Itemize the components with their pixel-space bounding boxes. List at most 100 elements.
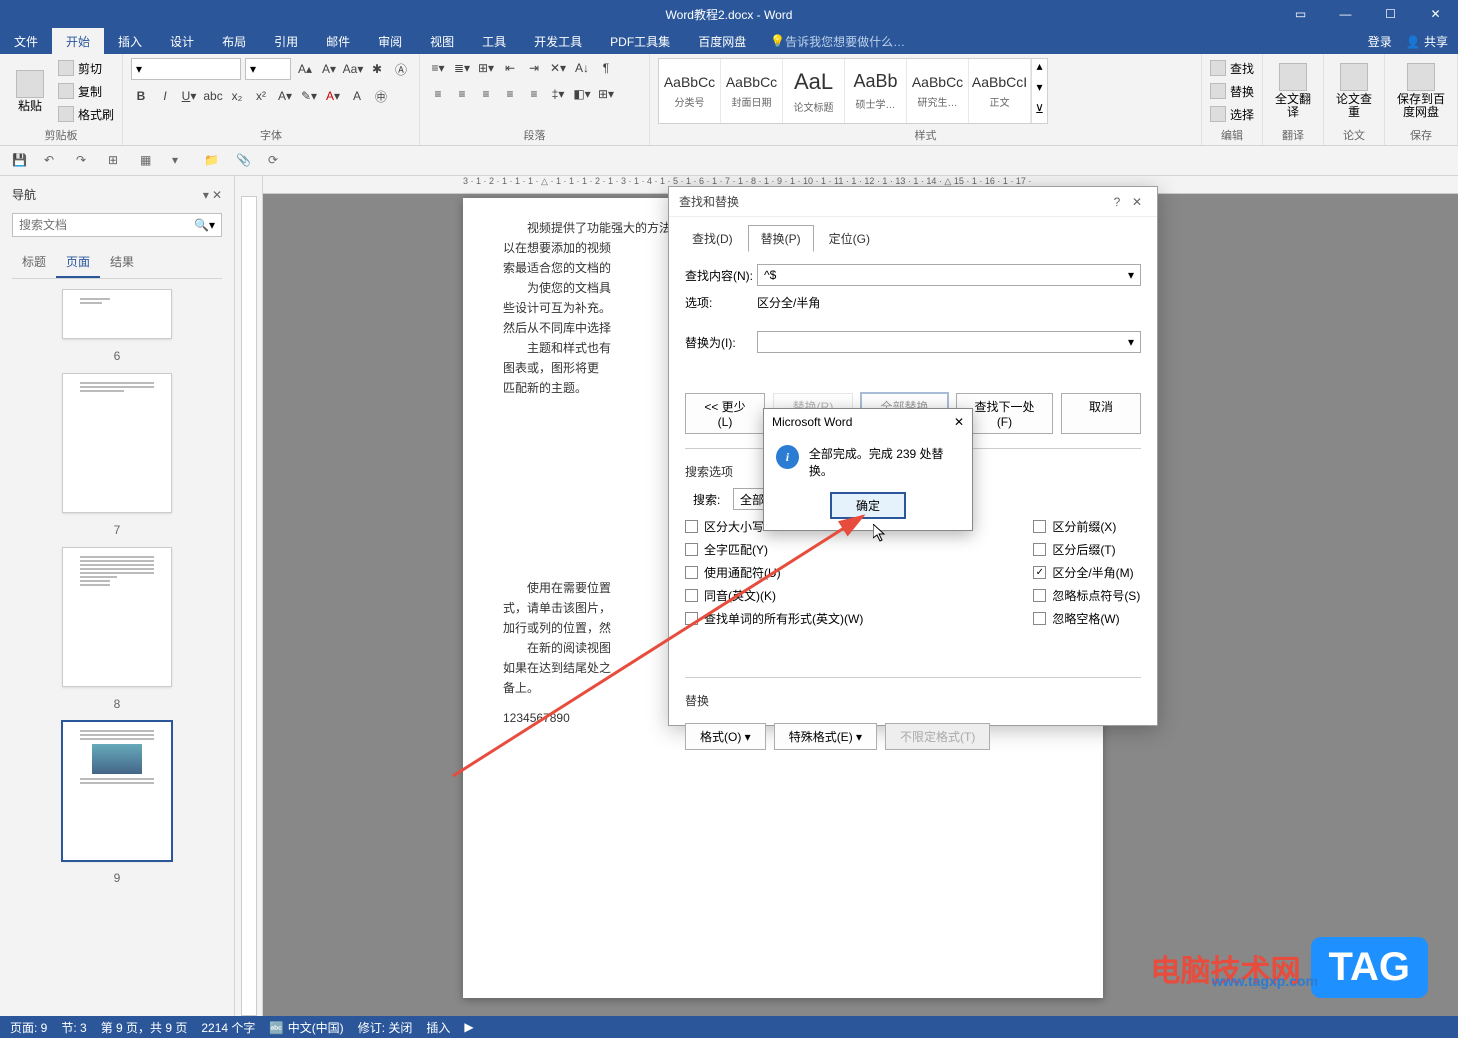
dialog-help-icon[interactable]: ? bbox=[1107, 195, 1127, 209]
style-item-3[interactable]: AaBb硕士学… bbox=[845, 59, 907, 123]
tab-view[interactable]: 视图 bbox=[416, 28, 468, 54]
chevron-down-icon[interactable]: ▾ bbox=[1128, 268, 1134, 282]
chk-word-forms[interactable]: 查找单词的所有形式(英文)(W) bbox=[685, 610, 863, 627]
chk-fullhalf[interactable]: ✓区分全/半角(M) bbox=[1033, 564, 1140, 581]
shrink-font-icon[interactable]: A▾ bbox=[319, 59, 339, 79]
thumb-9[interactable] bbox=[62, 721, 172, 861]
char-border-icon[interactable]: Ⓐ bbox=[391, 59, 411, 79]
nav-search-input[interactable] bbox=[19, 218, 194, 232]
nav-close-icon[interactable]: ✕ bbox=[212, 188, 222, 202]
msgbox-close-icon[interactable]: ✕ bbox=[954, 415, 964, 429]
find-button[interactable]: 查找 bbox=[1210, 58, 1254, 78]
underline-icon[interactable]: U▾ bbox=[179, 86, 199, 106]
dtab-replace[interactable]: 替换(P) bbox=[748, 225, 814, 252]
special-button[interactable]: 特殊格式(E) ▾ bbox=[774, 723, 877, 750]
chk-whole-word[interactable]: 全字匹配(Y) bbox=[685, 541, 863, 558]
dtab-goto[interactable]: 定位(G) bbox=[816, 225, 883, 252]
save-baidu-button[interactable]: 保存到百度网盘 bbox=[1393, 58, 1449, 124]
subscript-icon[interactable]: x₂ bbox=[227, 86, 247, 106]
tab-insert[interactable]: 插入 bbox=[104, 28, 156, 54]
tab-tools[interactable]: 工具 bbox=[468, 28, 520, 54]
status-insert[interactable]: 插入 bbox=[426, 1019, 450, 1036]
align-right-icon[interactable]: ≡ bbox=[476, 84, 496, 104]
style-item-0[interactable]: AaBbCc分类号 bbox=[659, 59, 721, 123]
font-size-select[interactable]: ▾ bbox=[245, 58, 291, 80]
share-button[interactable]: 👤 共享 bbox=[1406, 33, 1448, 50]
tab-pdf[interactable]: PDF工具集 bbox=[596, 28, 684, 54]
tab-developer[interactable]: 开发工具 bbox=[520, 28, 596, 54]
login-button[interactable]: 登录 bbox=[1368, 33, 1392, 50]
style-item-4[interactable]: AaBbCc研究生… bbox=[907, 59, 969, 123]
show-marks-icon[interactable]: ¶ bbox=[596, 58, 616, 78]
grow-font-icon[interactable]: A▴ bbox=[295, 59, 315, 79]
tab-review[interactable]: 审阅 bbox=[364, 28, 416, 54]
highlight-icon[interactable]: ✎▾ bbox=[299, 86, 319, 106]
tab-file[interactable]: 文件 bbox=[0, 28, 52, 54]
search-icon[interactable]: 🔍▾ bbox=[194, 218, 215, 232]
change-case-icon[interactable]: Aa▾ bbox=[343, 59, 363, 79]
minimize-icon[interactable]: ― bbox=[1323, 0, 1368, 28]
align-left-icon[interactable]: ≡ bbox=[428, 84, 448, 104]
status-page[interactable]: 页面: 9 bbox=[10, 1019, 47, 1036]
ok-button[interactable]: 确定 bbox=[831, 493, 905, 518]
tell-me[interactable]: 💡 告诉我您想要做什么… bbox=[770, 28, 905, 54]
find-input[interactable]: ^$▾ bbox=[757, 264, 1141, 286]
italic-icon[interactable]: I bbox=[155, 86, 175, 106]
multilevel-icon[interactable]: ⊞▾ bbox=[476, 58, 496, 78]
dtab-find[interactable]: 查找(D) bbox=[679, 225, 746, 252]
font-color-icon[interactable]: A▾ bbox=[323, 86, 343, 106]
qat-save-icon[interactable]: 💾 bbox=[12, 153, 28, 169]
style-item-5[interactable]: AaBbCcI正文 bbox=[969, 59, 1031, 123]
align-center-icon[interactable]: ≡ bbox=[452, 84, 472, 104]
style-item-2[interactable]: AaL论文标题 bbox=[783, 59, 845, 123]
tab-baidu[interactable]: 百度网盘 bbox=[684, 28, 760, 54]
enclose-icon[interactable]: ㊥ bbox=[371, 86, 391, 106]
less-button[interactable]: << 更少(L) bbox=[685, 393, 765, 434]
tab-home[interactable]: 开始 bbox=[52, 28, 104, 54]
chk-prefix[interactable]: 区分前缀(X) bbox=[1033, 518, 1140, 535]
maximize-icon[interactable]: ☐ bbox=[1368, 0, 1413, 28]
nav-tab-results[interactable]: 结果 bbox=[100, 247, 144, 278]
qat-folder-icon[interactable]: 📁 bbox=[204, 153, 220, 169]
thumb-8[interactable] bbox=[62, 547, 172, 687]
bold-icon[interactable]: B bbox=[131, 86, 151, 106]
thumb-7[interactable] bbox=[62, 373, 172, 513]
increase-indent-icon[interactable]: ⇥ bbox=[524, 58, 544, 78]
select-button[interactable]: 选择 bbox=[1210, 104, 1254, 124]
tab-layout[interactable]: 布局 bbox=[208, 28, 260, 54]
dialog-close-icon[interactable]: ✕ bbox=[1127, 195, 1147, 209]
thumb-6[interactable] bbox=[62, 289, 172, 339]
status-track[interactable]: 修订: 关闭 bbox=[358, 1019, 413, 1036]
qat-sync-icon[interactable]: ⟳ bbox=[268, 153, 284, 169]
font-family-select[interactable]: ▾ bbox=[131, 58, 241, 80]
qat-undo-icon[interactable]: ↶ bbox=[44, 153, 60, 169]
qat-redo-icon[interactable]: ↷ bbox=[76, 153, 92, 169]
decrease-indent-icon[interactable]: ⇤ bbox=[500, 58, 520, 78]
format-painter-button[interactable]: 格式刷 bbox=[58, 104, 114, 124]
nav-dropdown-icon[interactable]: ▾ bbox=[203, 188, 209, 202]
tab-references[interactable]: 引用 bbox=[260, 28, 312, 54]
qat-table-icon[interactable]: ⊞ bbox=[108, 153, 124, 169]
chevron-down-icon[interactable]: ▾ bbox=[1128, 335, 1134, 349]
styles-scroll[interactable]: ▴▾⊻ bbox=[1031, 59, 1047, 123]
shading-icon[interactable]: ◧▾ bbox=[572, 84, 592, 104]
nav-search[interactable]: 🔍▾ bbox=[12, 213, 222, 237]
qat-down-icon[interactable]: ▾ bbox=[172, 153, 188, 169]
superscript-icon[interactable]: x² bbox=[251, 86, 271, 106]
status-lang[interactable]: 🔤 中文(中国) bbox=[269, 1019, 343, 1036]
paste-button[interactable]: 粘贴 bbox=[8, 58, 52, 124]
text-effects-icon[interactable]: A▾ bbox=[275, 86, 295, 106]
chk-suffix[interactable]: 区分后缀(T) bbox=[1033, 541, 1140, 558]
close-icon[interactable]: ✕ bbox=[1413, 0, 1458, 28]
ribbon-options-icon[interactable]: ▭ bbox=[1278, 0, 1323, 28]
dialog-titlebar[interactable]: 查找和替换 ? ✕ bbox=[669, 187, 1157, 217]
paper-check-button[interactable]: 论文查重 bbox=[1332, 58, 1376, 124]
tab-mailings[interactable]: 邮件 bbox=[312, 28, 364, 54]
replace-button[interactable]: 替换 bbox=[1210, 81, 1254, 101]
char-shading-icon[interactable]: A bbox=[347, 86, 367, 106]
sort-icon[interactable]: A↓ bbox=[572, 58, 592, 78]
bullets-icon[interactable]: ≡▾ bbox=[428, 58, 448, 78]
distributed-icon[interactable]: ≡ bbox=[524, 84, 544, 104]
styles-gallery[interactable]: AaBbCc分类号 AaBbCc封面日期 AaL论文标题 AaBb硕士学… Aa… bbox=[658, 58, 1048, 124]
numbering-icon[interactable]: ≣▾ bbox=[452, 58, 472, 78]
